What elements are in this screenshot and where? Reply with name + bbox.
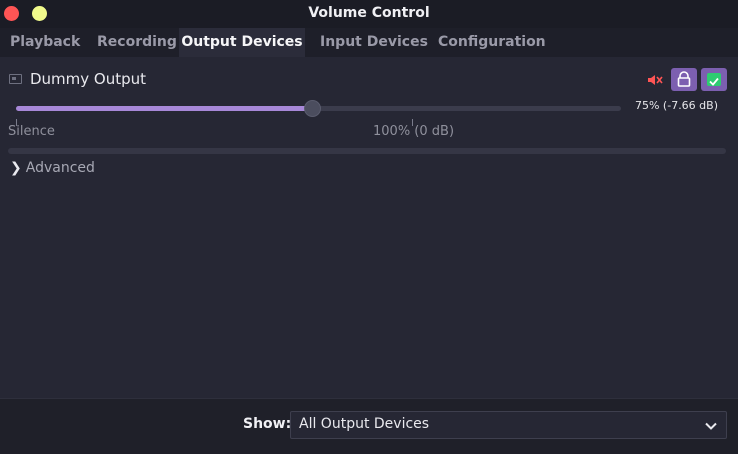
show-filter-dropdown[interactable]: All Output Devices <box>290 411 727 439</box>
lock-channels-icon[interactable] <box>671 68 697 91</box>
sound-card-icon <box>9 74 22 84</box>
advanced-expander[interactable]: ❯ Advanced <box>10 160 95 176</box>
volume-slider-handle[interactable] <box>304 100 321 117</box>
advanced-label: Advanced <box>25 160 95 176</box>
show-filter-value: All Output Devices <box>299 416 430 432</box>
scale-label-silence: Silence <box>8 124 55 139</box>
tab-configuration[interactable]: Configuration <box>438 28 546 57</box>
chevron-right-icon: ❯ <box>10 160 22 176</box>
volume-slider[interactable] <box>16 100 621 117</box>
volume-slider-fill <box>16 106 312 111</box>
tab-input-devices[interactable]: Input Devices <box>320 28 428 57</box>
speaker-mute-icon[interactable] <box>645 70 665 90</box>
title-bar[interactable]: Volume Control <box>0 0 738 28</box>
default-check-button[interactable] <box>701 68 727 91</box>
show-label: Show: <box>243 416 292 432</box>
volume-control-window: Volume Control Playback Recording Output… <box>0 0 738 454</box>
window-title: Volume Control <box>308 5 430 21</box>
chevron-down-icon <box>704 416 718 437</box>
bottom-bar: Show: All Output Devices <box>0 398 738 454</box>
separator <box>8 148 726 154</box>
device-name: Dummy Output <box>30 70 147 88</box>
scale-label-100: 100% (0 dB) <box>373 124 455 139</box>
tab-recording[interactable]: Recording <box>97 28 177 57</box>
tab-playback[interactable]: Playback <box>10 28 80 57</box>
tab-bar: Playback Recording Output Devices Input … <box>0 28 738 57</box>
volume-readout: 75% (-7.66 dB) <box>634 99 718 112</box>
default-check-icon <box>707 73 721 86</box>
tab-output-devices[interactable]: Output Devices <box>179 28 305 57</box>
